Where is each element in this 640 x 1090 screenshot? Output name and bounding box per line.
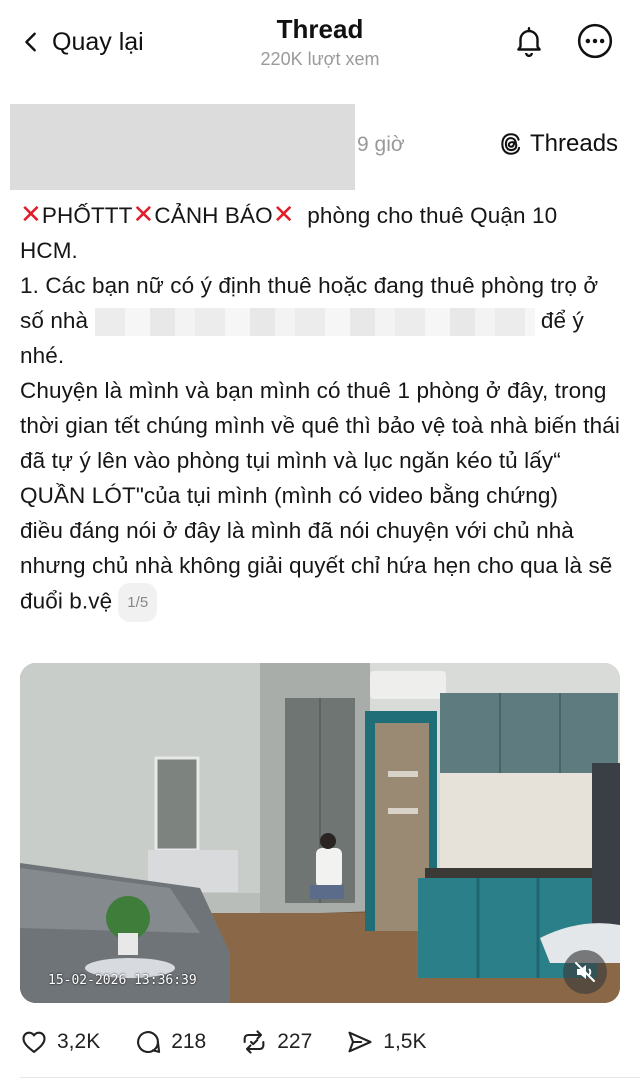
red-x-icon: ✕ <box>272 199 295 229</box>
paragraph-2: Chuyện là mình và bạn mình có thuê 1 phò… <box>20 378 620 508</box>
share-button[interactable]: 1,5K <box>346 1028 427 1056</box>
camera-timestamp: 15-02-2026 13:36:39 <box>48 973 197 988</box>
page-indicator: 1/5 <box>118 583 158 622</box>
tag-phot: PHỐTTT <box>41 203 133 228</box>
repost-button[interactable]: 227 <box>240 1028 312 1056</box>
post-body: ✕PHỐTTT✕CẢNH BÁO✕ phòng cho thuê Quận 10… <box>20 197 620 622</box>
room-scene <box>20 663 620 1003</box>
bell-icon <box>517 27 541 58</box>
more-button[interactable] <box>574 20 616 62</box>
post-actions: 3,2K 218 227 1,5K <box>20 1022 461 1062</box>
back-button[interactable]: Quay lại <box>20 22 144 62</box>
threads-logo-icon <box>501 133 521 155</box>
chevron-left-icon <box>25 32 36 52</box>
post-headline: ✕PHỐTTT✕CẢNH BÁO✕ phòng cho thuê Quận 10… <box>20 197 620 268</box>
paragraph-3: điều đáng nói ở đây là mình đã nói chuyệ… <box>20 513 620 622</box>
back-label: Quay lại <box>52 27 144 56</box>
send-icon <box>348 1031 372 1053</box>
more-icon <box>577 23 613 59</box>
blurred-address <box>94 308 535 337</box>
redacted-author <box>10 104 355 190</box>
like-count: 3,2K <box>57 1030 101 1053</box>
tag-canh-bao: CẢNH BÁO <box>154 203 273 228</box>
red-x-icon: ✕ <box>132 199 155 229</box>
muted-speaker-icon <box>575 962 595 982</box>
divider <box>20 1077 640 1078</box>
post-time: 9 giờ <box>357 133 405 156</box>
paragraph-1: 1. Các bạn nữ có ý định thuê hoặc đang t… <box>20 268 620 373</box>
para3-text: điều đáng nói ở đây là mình đã nói chuyệ… <box>20 518 613 614</box>
repost-icon <box>243 1030 265 1054</box>
comment-count: 218 <box>171 1030 207 1053</box>
threads-source-badge[interactable]: Threads <box>498 130 618 158</box>
top-bar: Quay lại Thread 220K lượt xem <box>0 0 640 84</box>
heart-icon <box>22 1031 46 1053</box>
notifications-button[interactable] <box>508 20 550 62</box>
share-count: 1,5K <box>383 1030 427 1053</box>
red-x-icon: ✕ <box>20 199 42 229</box>
like-button[interactable]: 3,2K <box>20 1028 100 1056</box>
comment-button[interactable]: 218 <box>134 1028 206 1056</box>
repost-count: 227 <box>277 1030 313 1053</box>
mute-toggle[interactable] <box>563 950 607 994</box>
comment-icon <box>137 1031 161 1054</box>
threads-label: Threads <box>530 130 619 157</box>
post-video[interactable]: 15-02-2026 13:36:39 <box>20 663 620 1003</box>
